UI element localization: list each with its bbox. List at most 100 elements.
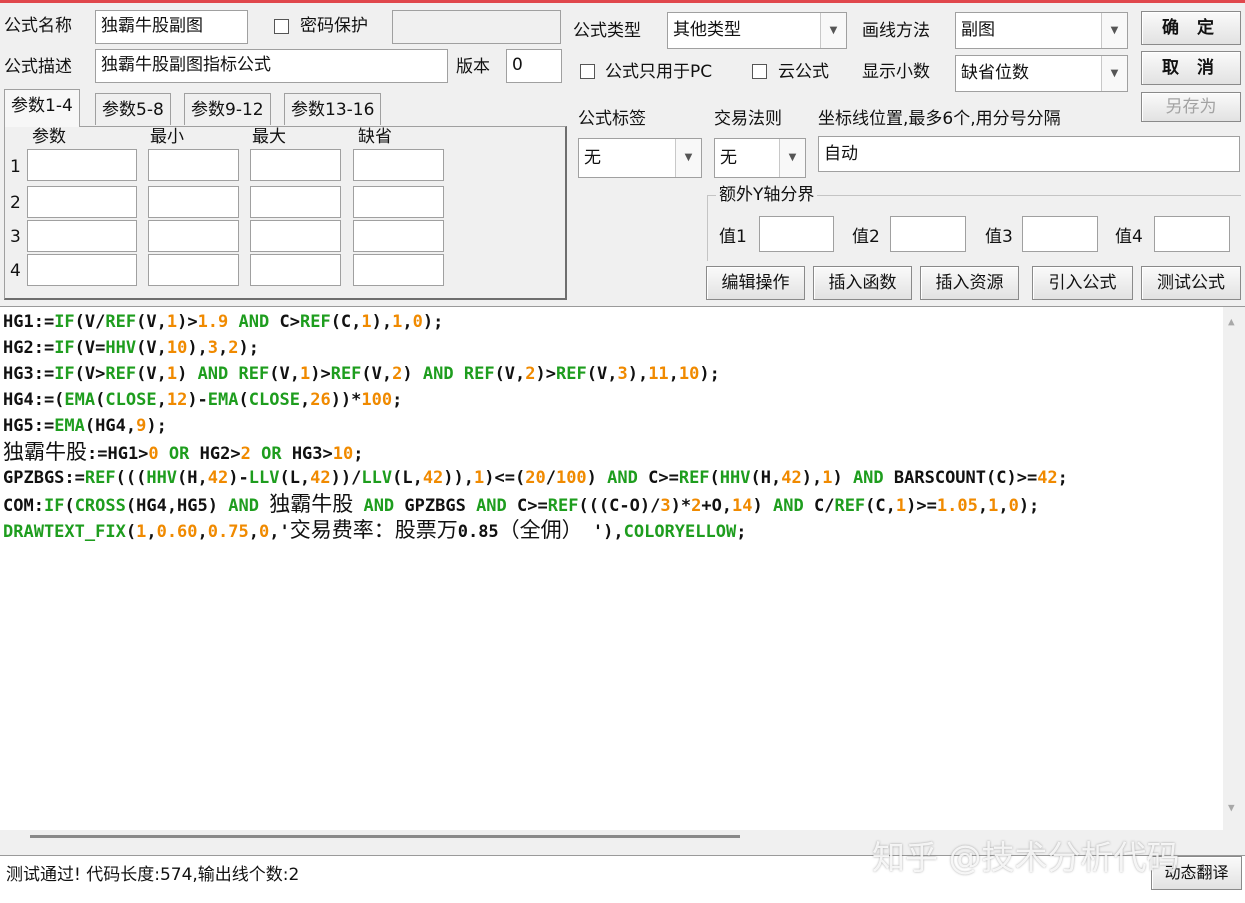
code-token: IF: [43, 496, 65, 516]
code-token: REF: [238, 364, 270, 384]
code-token: )>: [177, 312, 198, 332]
param-default-input[interactable]: [353, 186, 444, 218]
code-token: REF: [105, 312, 137, 332]
formula-code-editor[interactable]: HG1:=IF(V/REF(V,1)>1.9 AND C>REF(C,1),1,…: [0, 306, 1245, 830]
default-col-header: 缺省: [358, 127, 392, 147]
password-protect-label: 密码保护: [300, 16, 368, 36]
formula-type-select[interactable]: 其他类型 ▼: [667, 12, 847, 49]
code-line: HG3:=IF(V>REF(V,1) AND REF(V,1)>REF(V,2)…: [3, 361, 720, 387]
max-col-header: 最大: [252, 127, 286, 147]
code-token: HHV: [146, 468, 178, 488]
param-name-input[interactable]: [27, 186, 137, 218]
code-token: (H,: [177, 468, 208, 488]
horizontal-scroll-thumb[interactable]: [30, 835, 740, 838]
formula-name-label: 公式名称: [4, 16, 72, 36]
code-token: EMA: [54, 416, 85, 436]
code-token: ,: [668, 364, 679, 384]
param-min-input[interactable]: [148, 186, 239, 218]
code-token: (: [125, 522, 137, 542]
param-max-input[interactable]: [250, 220, 341, 252]
cancel-button[interactable]: 取 消: [1141, 51, 1241, 85]
code-token: REF: [463, 364, 495, 384]
chevron-down-icon[interactable]: ▼: [779, 139, 805, 177]
draw-method-select[interactable]: 副图 ▼: [955, 12, 1128, 49]
code-token: GPZBGS: [394, 496, 477, 516]
code-token: 交易费率：股票万: [289, 518, 458, 542]
code-token: (HG4,: [84, 416, 137, 436]
trade-rule-select[interactable]: 无 ▼: [714, 138, 806, 178]
code-token: OR: [261, 444, 282, 464]
code-token: (H,: [750, 468, 782, 488]
param-min-input[interactable]: [148, 149, 239, 181]
tab-params-13-16[interactable]: 参数13-16: [284, 93, 382, 125]
import-formula-button[interactable]: 引入公式: [1032, 266, 1133, 300]
param-max-input[interactable]: [250, 149, 341, 181]
code-token: ;: [392, 390, 403, 410]
version-input[interactable]: 0: [506, 49, 562, 83]
cloud-formula-label: 云公式: [778, 62, 829, 82]
insert-resource-button[interactable]: 插入资源: [920, 266, 1019, 300]
tab-params-1-4[interactable]: 参数1-4: [4, 89, 80, 127]
value2-input[interactable]: [890, 216, 966, 252]
code-token: C>=: [637, 468, 679, 488]
param-min-input[interactable]: [148, 220, 239, 252]
code-token: 9: [136, 416, 147, 436]
formula-name-input[interactable]: 独霸牛股副图: [95, 10, 248, 44]
code-token: (C,: [865, 496, 896, 516]
code-token: 1.9: [197, 312, 229, 332]
code-token: LLV: [248, 468, 280, 488]
test-formula-button[interactable]: 测试公式: [1141, 266, 1241, 300]
code-token: ))/: [330, 468, 362, 488]
code-token: (HG4,HG5): [125, 496, 229, 516]
param-default-input[interactable]: [353, 254, 444, 286]
password-protect-checkbox[interactable]: [274, 19, 289, 34]
code-token: CLOSE: [248, 390, 300, 410]
value3-input[interactable]: [1022, 216, 1098, 252]
vertical-scrollbar[interactable]: ▲ ▼: [1223, 307, 1245, 830]
code-token: REF: [678, 468, 710, 488]
value4-input[interactable]: [1154, 216, 1230, 252]
code-token: AND: [852, 468, 884, 488]
param-default-input[interactable]: [353, 220, 444, 252]
ok-button[interactable]: 确 定: [1141, 11, 1241, 45]
code-token: )-: [228, 468, 249, 488]
tab-params-5-8[interactable]: 参数5-8: [95, 93, 171, 125]
pc-only-checkbox[interactable]: [580, 64, 595, 79]
tab-params-9-12[interactable]: 参数9-12: [184, 93, 271, 125]
insert-function-button[interactable]: 插入函数: [813, 266, 912, 300]
code-token: 0: [412, 312, 423, 332]
param-name-input[interactable]: [27, 149, 137, 181]
version-label: 版本: [456, 57, 490, 77]
chevron-down-icon[interactable]: ▼: [675, 139, 701, 177]
scroll-down-icon[interactable]: ▼: [1228, 801, 1235, 814]
coord-line-input[interactable]: 自动: [818, 136, 1240, 172]
param-min-input[interactable]: [148, 254, 239, 286]
decimal-select[interactable]: 缺省位数 ▼: [955, 55, 1128, 92]
value1-input[interactable]: [759, 216, 834, 252]
param-name-input[interactable]: [27, 220, 137, 252]
edit-operations-button[interactable]: 编辑操作: [706, 266, 805, 300]
code-token: IF: [54, 312, 75, 332]
param-name-input[interactable]: [27, 254, 137, 286]
code-token: 12: [166, 390, 188, 410]
code-token: AND: [607, 468, 638, 488]
code-token: 11: [648, 364, 669, 384]
param-default-input[interactable]: [353, 149, 444, 181]
param-max-input[interactable]: [250, 254, 341, 286]
cloud-formula-checkbox[interactable]: [752, 64, 767, 79]
formula-tag-select[interactable]: 无 ▼: [578, 138, 702, 178]
chevron-down-icon[interactable]: ▼: [820, 13, 846, 48]
chevron-down-icon[interactable]: ▼: [1101, 13, 1127, 48]
code-token: );: [699, 364, 720, 384]
scroll-up-icon[interactable]: ▲: [1228, 315, 1235, 328]
code-token: ,: [248, 522, 259, 542]
chevron-down-icon[interactable]: ▼: [1101, 56, 1127, 91]
code-token: 3: [660, 496, 671, 516]
code-token: REF: [84, 468, 116, 488]
formula-desc-input[interactable]: 独霸牛股副图指标公式: [95, 49, 448, 83]
param-row-number: 3: [10, 227, 21, 247]
code-token: ): [586, 468, 608, 488]
param-max-input[interactable]: [250, 186, 341, 218]
